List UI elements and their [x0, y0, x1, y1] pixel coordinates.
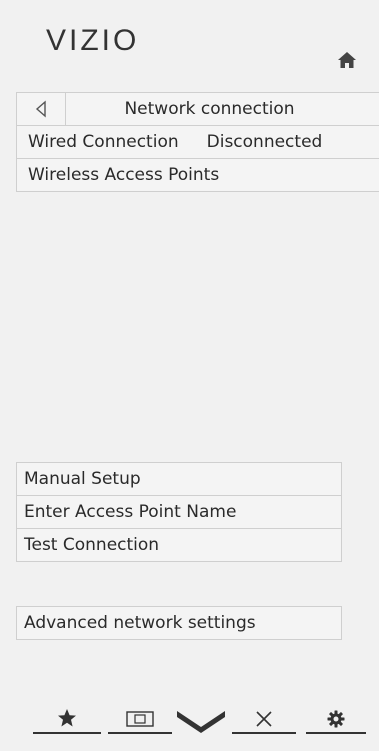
back-arrow-icon	[35, 100, 46, 118]
gear-icon	[327, 710, 345, 728]
manual-setup-item[interactable]: Manual Setup	[17, 463, 341, 496]
input-button[interactable]	[108, 704, 172, 734]
star-icon	[58, 709, 76, 727]
test-connection-item[interactable]: Test Connection	[17, 529, 341, 561]
back-button[interactable]	[17, 93, 66, 125]
bottom-nav	[0, 700, 379, 740]
page-title: Network connection	[124, 99, 295, 119]
exit-button[interactable]	[232, 704, 296, 734]
settings-button[interactable]	[306, 704, 366, 734]
wired-connection-row[interactable]: Wired Connection Disconnected	[17, 126, 379, 159]
vizio-v-icon	[177, 711, 225, 733]
input-icon	[126, 711, 154, 727]
wired-connection-label: Wired Connection	[28, 132, 179, 152]
favorites-button[interactable]	[33, 704, 101, 734]
favorites-underline	[33, 732, 101, 734]
network-connection-header: Network connection	[17, 93, 379, 126]
enter-access-point-name-label: Enter Access Point Name	[24, 502, 237, 522]
test-connection-label: Test Connection	[24, 535, 160, 555]
setup-menu: Manual Setup Enter Access Point Name Tes…	[16, 462, 342, 562]
settings-underline	[306, 732, 366, 734]
wireless-access-points-label: Wireless Access Points	[28, 165, 220, 185]
wireless-access-points-row[interactable]: Wireless Access Points	[17, 159, 379, 191]
advanced-network-settings-label: Advanced network settings	[24, 613, 256, 633]
vizio-logo: VIZIO	[46, 24, 140, 57]
enter-access-point-name-item[interactable]: Enter Access Point Name	[17, 496, 341, 529]
input-underline	[108, 732, 172, 734]
advanced-settings-menu: Advanced network settings	[16, 606, 342, 640]
advanced-network-settings-item[interactable]: Advanced network settings	[17, 607, 341, 639]
close-icon	[256, 711, 272, 727]
manual-setup-label: Manual Setup	[24, 469, 141, 489]
wired-connection-status: Disconnected	[206, 132, 323, 152]
vizio-apps-button[interactable]	[175, 704, 227, 734]
network-connection-panel: Network connection Wired Connection Disc…	[16, 92, 379, 192]
home-icon[interactable]	[337, 50, 357, 70]
exit-underline	[232, 732, 296, 734]
